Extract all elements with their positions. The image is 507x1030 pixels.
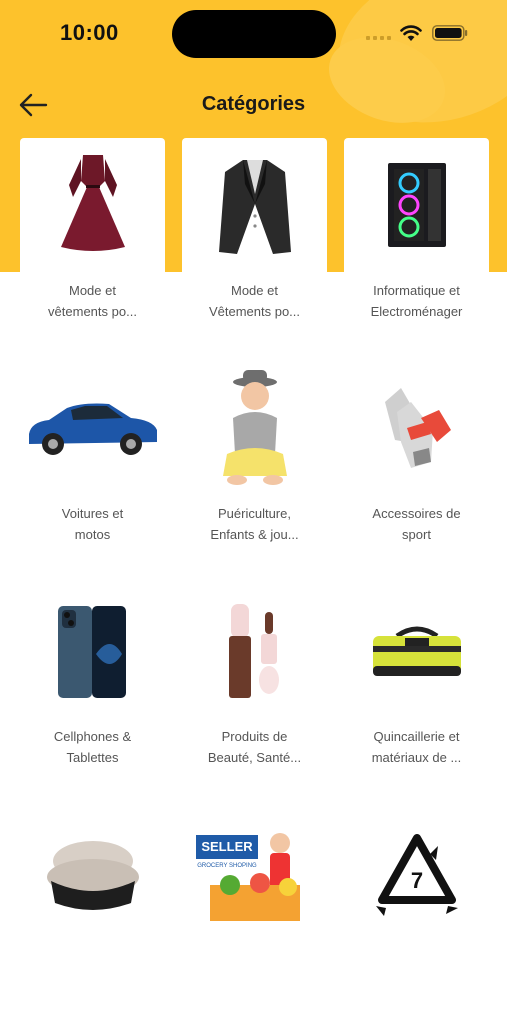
category-label: Puériculture, Enfants & jou... [210, 506, 299, 542]
category-thumbnail [182, 361, 327, 497]
gloves-icon [384, 388, 451, 468]
category-card[interactable]: Produits de Beauté, Santé... [182, 584, 327, 807]
category-card[interactable]: 7 [344, 807, 489, 1030]
category-label: Cellphones & Tablettes [53, 729, 132, 765]
armchair-icon [46, 841, 139, 910]
car-icon [28, 403, 157, 455]
smartphone-icon [57, 606, 126, 698]
category-grid: Mode et vêtements po... Mode et Vêtements … [20, 138, 489, 1030]
category-card[interactable]: Puériculture, Enfants & jou... [182, 361, 327, 584]
category-card[interactable] [20, 807, 165, 1030]
category-card[interactable]: Mode et Vêtements po... [182, 138, 327, 361]
dress-icon [60, 155, 125, 251]
category-label: Voitures et motos [61, 506, 124, 542]
category-thumbnail [20, 138, 165, 274]
category-card[interactable]: Quincaillerie et matériaux de ... [344, 584, 489, 807]
wifi-icon [400, 25, 422, 41]
category-label: Mode et Vêtements po... [208, 283, 301, 319]
baby-icon [222, 370, 287, 485]
suit-jacket-icon [218, 160, 291, 254]
recycle-7-icon: 7 [375, 834, 458, 916]
category-thumbnail [182, 138, 327, 274]
category-label: Accessoires de sport [372, 506, 461, 542]
category-thumbnail: 7 [344, 807, 489, 943]
category-card[interactable]: Informatique et Electroménager [344, 138, 489, 361]
category-card[interactable]: SELLER GROCERY SHOPING [182, 807, 327, 1030]
concealer-icon [228, 604, 279, 698]
category-thumbnail [20, 584, 165, 720]
category-thumbnail [344, 361, 489, 497]
category-thumbnail [344, 138, 489, 274]
category-thumbnail [344, 584, 489, 720]
category-card[interactable]: Voitures et motos [20, 361, 165, 584]
category-thumbnail [20, 807, 165, 943]
page-title: Catégories [201, 93, 306, 115]
category-label: Mode et vêtements po... [48, 283, 137, 319]
category-label: Quincaillerie et matériaux de ... [371, 729, 462, 765]
cellular-signal-icon [366, 36, 391, 40]
category-card[interactable]: Cellphones & Tablettes [20, 584, 165, 807]
category-card[interactable]: Mode et vêtements po... [20, 138, 165, 361]
grocery-seller-icon: SELLER GROCERY SHOPING [195, 833, 300, 921]
category-thumbnail: SELLER GROCERY SHOPING [182, 807, 327, 943]
category-card[interactable]: Accessoires de sport [344, 361, 489, 584]
category-label: Informatique et Electroménager [370, 283, 463, 319]
status-time: 10:00 [60, 20, 119, 45]
svg-text:7: 7 [410, 868, 422, 893]
svg-text:GROCERY SHOPING: GROCERY SHOPING [197, 863, 257, 869]
computer-tower-icon [387, 163, 446, 247]
tool-bag-icon [372, 626, 461, 676]
dynamic-island [172, 10, 336, 58]
svg-text:SELLER: SELLER [201, 839, 253, 854]
category-label: Produits de Beauté, Santé... [207, 729, 302, 765]
category-thumbnail [20, 361, 165, 497]
category-thumbnail [182, 584, 327, 720]
battery-icon [432, 25, 468, 41]
